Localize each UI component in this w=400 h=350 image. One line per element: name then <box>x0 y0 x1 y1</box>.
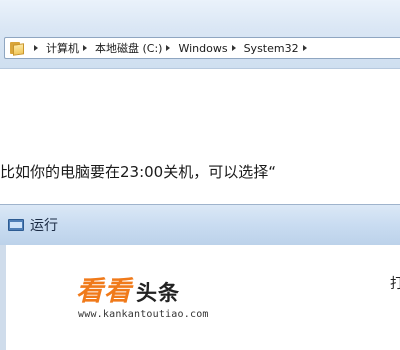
explorer-window-fragment: 计算机 本地磁盘 (C:) Windows System32 <box>0 0 400 69</box>
breadcrumb-local-disk[interactable]: 本地磁盘 (C:) <box>94 40 163 56</box>
screenshot-page: 计算机 本地磁盘 (C:) Windows System32 比如你的电脑要在2… <box>0 0 400 350</box>
run-dialog: 运行 打 <box>0 204 400 350</box>
chevron-right-icon[interactable] <box>83 45 87 51</box>
run-dialog-body: 打 <box>0 245 400 350</box>
run-dialog-title: 运行 <box>30 218 58 234</box>
chevron-right-icon[interactable] <box>166 45 171 51</box>
chevron-right-icon[interactable] <box>302 45 307 51</box>
run-icon <box>8 219 24 231</box>
breadcrumb-system32[interactable]: System32 <box>243 42 300 55</box>
open-label-fragment: 打 <box>390 273 400 293</box>
address-bar[interactable]: 计算机 本地磁盘 (C:) Windows System32 <box>4 37 400 59</box>
chevron-right-icon[interactable] <box>34 45 38 51</box>
run-dialog-titlebar[interactable]: 运行 <box>0 205 400 245</box>
breadcrumb-windows[interactable]: Windows <box>177 42 228 55</box>
chevron-right-icon[interactable] <box>231 45 236 51</box>
breadcrumb-computer[interactable]: 计算机 <box>45 40 80 56</box>
article-sentence: 比如你的电脑要在23:00关机，可以选择“ <box>0 163 277 181</box>
folder-icon <box>9 41 25 56</box>
